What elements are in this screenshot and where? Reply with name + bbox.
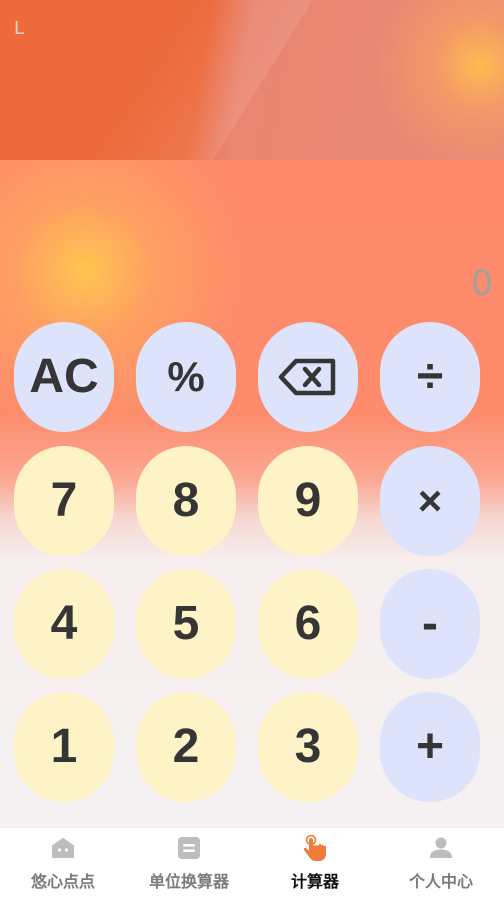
header-background: L — [0, 0, 504, 160]
backspace-button[interactable] — [258, 322, 358, 432]
digit-6-button[interactable]: 6 — [258, 569, 358, 679]
backspace-icon — [278, 358, 336, 396]
tap-hand-icon — [303, 834, 326, 861]
tab-profile[interactable]: 个人中心 — [378, 828, 504, 898]
percent-button[interactable]: % — [136, 322, 236, 432]
digit-1-label: 1 — [50, 720, 78, 773]
tab-unit-converter-label: 单位换算器 — [148, 872, 229, 891]
digit-7-label: 7 — [50, 474, 78, 527]
digit-5-button[interactable]: 5 — [136, 569, 236, 679]
digit-3-label: 3 — [294, 720, 322, 773]
minus-button[interactable]: - — [380, 569, 480, 679]
all-clear-button[interactable]: AC — [14, 322, 114, 432]
digit-4-button[interactable]: 4 — [14, 569, 114, 679]
header-decoration — [74, 0, 326, 160]
tab-calculator[interactable]: 计算器 — [252, 828, 378, 898]
digit-5-label: 5 — [172, 597, 200, 650]
status-label: L — [14, 18, 25, 39]
digit-1-button[interactable]: 1 — [14, 692, 114, 802]
digit-6-label: 6 — [294, 597, 322, 650]
digit-8-label: 8 — [172, 474, 200, 527]
digit-7-button[interactable]: 7 — [14, 446, 114, 556]
home-icon — [52, 838, 74, 858]
tab-calculator-label: 计算器 — [290, 872, 339, 891]
tab-home-label: 悠心点点 — [30, 872, 95, 891]
divide-label: ÷ — [416, 350, 444, 403]
digit-2-label: 2 — [172, 720, 200, 773]
digit-3-button[interactable]: 3 — [258, 692, 358, 802]
person-icon — [430, 837, 452, 858]
digit-2-button[interactable]: 2 — [136, 692, 236, 802]
minus-label: - — [422, 597, 438, 650]
plus-label: + — [415, 720, 445, 773]
result-display: 0 — [471, 262, 492, 303]
tab-unit-converter[interactable]: 单位换算器 — [126, 828, 252, 898]
bottom-tab-bar: 悠心点点 单位换算器 计算器 个人中心 — [0, 827, 504, 898]
multiply-label: × — [417, 477, 443, 524]
converter-icon — [178, 837, 200, 859]
percent-label: % — [167, 353, 205, 400]
digit-9-button[interactable]: 9 — [258, 446, 358, 556]
plus-button[interactable]: + — [380, 692, 480, 802]
digit-4-label: 4 — [50, 597, 78, 650]
multiply-button[interactable]: × — [380, 446, 480, 556]
all-clear-label: AC — [29, 350, 99, 403]
digit-8-button[interactable]: 8 — [136, 446, 236, 556]
tab-home[interactable]: 悠心点点 — [0, 828, 126, 898]
digit-9-label: 9 — [294, 474, 322, 527]
divide-button[interactable]: ÷ — [380, 322, 480, 432]
tab-profile-label: 个人中心 — [408, 872, 473, 891]
